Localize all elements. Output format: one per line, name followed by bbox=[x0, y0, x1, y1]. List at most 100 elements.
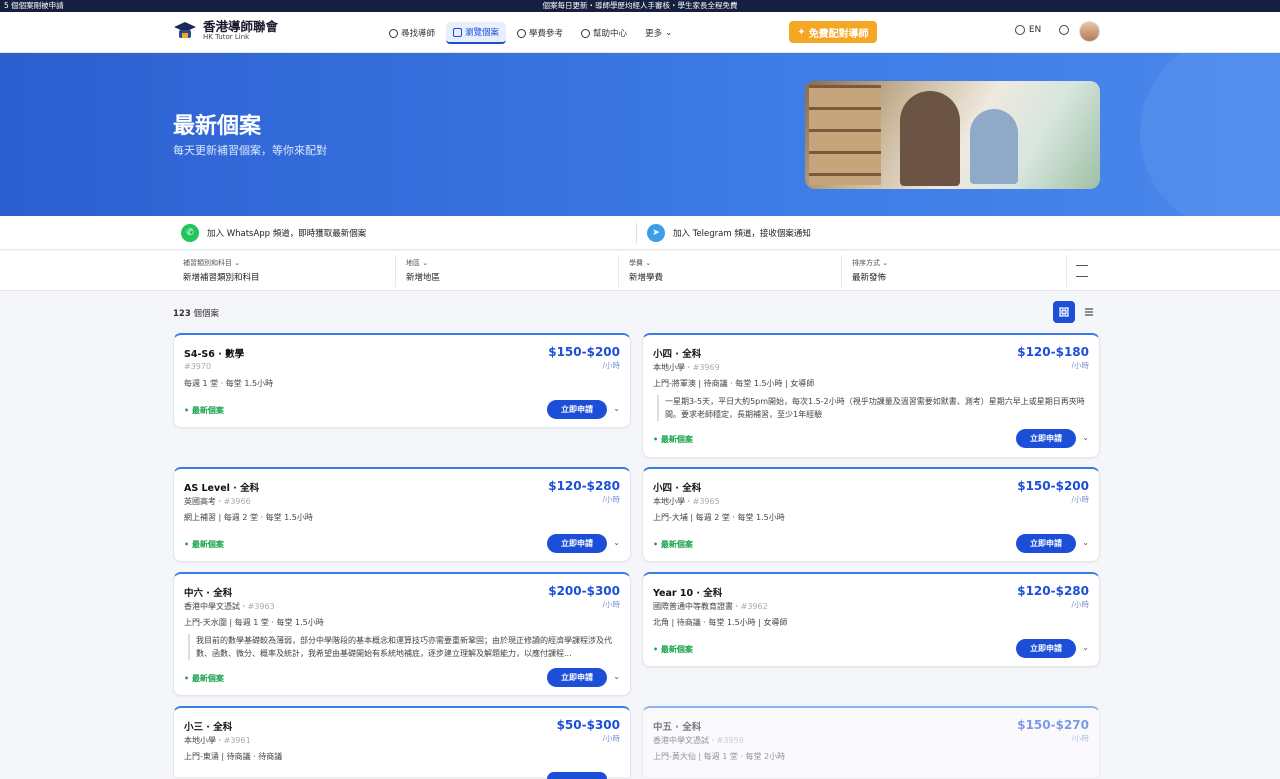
brand-logo[interactable]: 香港導師聯會 HK Tutor Link bbox=[173, 20, 278, 42]
whatsapp-channel-link[interactable]: ✆ 加入 WhatsApp 頻道，即時獲取最新個案 bbox=[181, 224, 366, 242]
new-badge: • 最新個案 bbox=[184, 540, 224, 549]
price-unit: /小時 bbox=[1071, 495, 1089, 504]
user-search-icon bbox=[389, 28, 398, 38]
case-meta: 每週 1 堂 · 每堂 1.5小時 bbox=[184, 379, 274, 388]
dollar-icon bbox=[517, 28, 527, 38]
list-icon bbox=[1085, 308, 1093, 316]
chevron-down-icon[interactable]: ⌄ bbox=[1082, 538, 1089, 547]
filter-label: 地區 bbox=[406, 259, 420, 267]
tutor-figure bbox=[900, 91, 960, 186]
brand-subtitle: HK Tutor Link bbox=[203, 33, 250, 41]
apply-button[interactable]: 立即申請 bbox=[547, 668, 607, 687]
decorative-circle bbox=[1140, 53, 1280, 216]
case-subtitle: 本地小學 · #3969 bbox=[653, 362, 720, 373]
apply-button[interactable]: 立即申請 bbox=[547, 400, 607, 419]
language-switch[interactable]: EN bbox=[1014, 24, 1041, 35]
case-category: 本地小學 · bbox=[653, 497, 693, 506]
apply-button[interactable]: 立即申請 bbox=[547, 534, 607, 553]
list-view-button[interactable] bbox=[1078, 301, 1100, 323]
case-meta: 上門-大埔 | 每週 2 堂 · 每堂 1.5小時 bbox=[653, 513, 785, 522]
case-card[interactable]: 小四 · 全科 本地小學 · #3965 上門-大埔 | 每週 2 堂 · 每堂… bbox=[642, 467, 1100, 562]
header: 香港導師聯會 HK Tutor Link 尋找導師 瀏覽個案 學費參考 幫助中心… bbox=[0, 12, 1280, 53]
case-count: 123 個個案 bbox=[173, 307, 219, 319]
filter-bar: 補習類別和科目 ⌄ 新增補習類別和科目 地區 ⌄ 新增地區 學費 ⌄ 新增學費 排序方… bbox=[0, 251, 1280, 291]
case-title: 小四 · 全科 bbox=[653, 483, 702, 494]
case-subtitle: 國際普通中等教育證書 · #3962 bbox=[653, 601, 768, 612]
case-category: 本地小學 · bbox=[184, 736, 224, 745]
filter-fee[interactable]: 學費 ⌄ 新增學費 bbox=[629, 258, 663, 283]
filter-value: 新增地區 bbox=[406, 273, 441, 283]
case-title: 中五 · 全科 bbox=[653, 722, 702, 733]
case-card[interactable]: AS Level · 全科 英國高考 · #3966 網上補習 | 每週 2 堂… bbox=[173, 467, 631, 562]
brand-name: 香港導師聯會 bbox=[203, 19, 279, 34]
chat-icon[interactable] bbox=[1059, 24, 1070, 35]
filter-label: 排序方式 bbox=[852, 259, 880, 267]
count-number: 123 bbox=[173, 309, 191, 319]
case-meta: 網上補習 | 每週 2 堂 · 每堂 1.5小時 bbox=[184, 513, 313, 522]
page-title: 最新個案 bbox=[173, 114, 262, 139]
case-card[interactable]: 中六 · 全科 香港中學文憑試 · #3963 上門-天水圍 | 每週 1 堂 … bbox=[173, 572, 631, 696]
filter-label: 學費 bbox=[629, 259, 643, 267]
case-subtitle: 本地小學 · #3961 bbox=[184, 735, 251, 746]
case-subtitle: 香港中學文憑試 · #3959 bbox=[653, 735, 744, 746]
apply-button[interactable]: 立即申請 bbox=[1016, 639, 1076, 658]
telegram-icon: ➤ bbox=[647, 224, 665, 242]
case-price: $120-$280 bbox=[548, 479, 620, 493]
case-title: Year 10 · 全科 bbox=[653, 588, 723, 599]
case-title: S4-S6 · 數學 bbox=[184, 349, 245, 360]
new-label: 最新個案 bbox=[660, 645, 693, 654]
telegram-channel-link[interactable]: ➤ 加入 Telegram 頻道，接收個案通知 bbox=[647, 224, 811, 242]
case-meta: 上門-黃大仙 | 每週 1 堂 · 每堂 2小時 bbox=[653, 752, 786, 761]
nav-browse-cases[interactable]: 瀏覽個案 bbox=[446, 22, 507, 44]
announcement-text: 個案每日更新・導師學歷均經人手審核・學生家長全程免費 bbox=[542, 1, 738, 10]
case-card[interactable]: 中五 · 全科 香港中學文憑試 · #3959 上門-黃大仙 | 每週 1 堂 … bbox=[642, 706, 1100, 777]
sliders-icon[interactable] bbox=[1076, 265, 1088, 277]
divider bbox=[395, 255, 396, 287]
price-unit: /小時 bbox=[602, 361, 620, 370]
chevron-down-icon[interactable]: ⌄ bbox=[613, 404, 620, 413]
nav-help[interactable]: 幫助中心 bbox=[574, 22, 634, 44]
apply-button[interactable] bbox=[547, 772, 607, 779]
case-category: 本地小學 · bbox=[653, 363, 693, 372]
chevron-down-icon[interactable]: ⌄ bbox=[1082, 643, 1089, 652]
chevron-down-icon[interactable]: ⌄ bbox=[613, 672, 620, 681]
grid-icon bbox=[1059, 307, 1069, 317]
case-meta: 北角 | 待商議 · 每堂 1.5小時 | 女導師 bbox=[653, 618, 788, 627]
apply-button[interactable]: 立即申請 bbox=[1016, 534, 1076, 553]
nav-find-tutor[interactable]: 尋找導師 bbox=[382, 22, 442, 44]
case-card[interactable]: Year 10 · 全科 國際普通中等教育證書 · #3962 北角 | 待商議… bbox=[642, 572, 1100, 667]
case-category: 國際普通中等教育證書 · bbox=[653, 602, 741, 611]
new-badge: • 最新個案 bbox=[653, 645, 693, 654]
case-meta: 上門-天水圍 | 每週 1 堂 · 每堂 1.5小時 bbox=[184, 618, 324, 627]
chevron-down-icon: ⌄ bbox=[234, 259, 241, 267]
case-card[interactable]: S4-S6 · 數學 #3970 每週 1 堂 · 每堂 1.5小時 $150-… bbox=[173, 333, 631, 428]
case-card[interactable]: 小三 · 全科 本地小學 · #3961 上門-東涌 | 待商議 · 待商議 $… bbox=[173, 706, 631, 779]
filter-value: 新增補習類別和科目 bbox=[183, 273, 260, 283]
main-nav: 尋找導師 瀏覽個案 學費參考 幫助中心 更多 ⌄ bbox=[382, 22, 679, 44]
avatar[interactable] bbox=[1079, 21, 1100, 42]
filter-subject[interactable]: 補習類別和科目 ⌄ 新增補習類別和科目 bbox=[183, 258, 260, 283]
announcement-bar: 5 個個案剛被申請 個案每日更新・導師學歷均經人手審核・學生家長全程免費 bbox=[0, 0, 1280, 12]
price-unit: /小時 bbox=[1071, 600, 1089, 609]
price-unit: /小時 bbox=[602, 734, 620, 743]
channel-bar: ✆ 加入 WhatsApp 頻道，即時獲取最新個案 ➤ 加入 Telegram 頻道… bbox=[0, 216, 1280, 250]
nav-more[interactable]: 更多 ⌄ bbox=[638, 22, 679, 44]
filter-district[interactable]: 地區 ⌄ 新增地區 bbox=[406, 258, 440, 283]
case-price: $150-$200 bbox=[548, 345, 620, 359]
chevron-down-icon: ⌄ bbox=[882, 259, 889, 267]
free-match-button[interactable]: ✦ 免費配對導師 bbox=[789, 21, 877, 43]
filter-sort[interactable]: 排序方式 ⌄ 最新發佈 bbox=[852, 258, 888, 283]
nav-fees[interactable]: 學費參考 bbox=[510, 22, 570, 44]
chevron-down-icon[interactable]: ⌄ bbox=[613, 538, 620, 547]
chevron-down-icon[interactable]: ⌄ bbox=[1082, 433, 1089, 442]
grid-view-button[interactable] bbox=[1053, 301, 1075, 323]
nav-label: 更多 bbox=[645, 29, 663, 39]
hero-photo bbox=[805, 81, 1100, 189]
case-card[interactable]: 小四 · 全科 本地小學 · #3969 上門-將軍澳 | 待商議 · 每堂 1… bbox=[642, 333, 1100, 458]
price-unit: /小時 bbox=[1071, 734, 1089, 743]
case-title: 小三 · 全科 bbox=[184, 722, 233, 733]
case-meta: 上門-東涌 | 待商議 · 待商議 bbox=[184, 752, 283, 761]
price-unit: /小時 bbox=[602, 600, 620, 609]
apply-button[interactable]: 立即申請 bbox=[1016, 429, 1076, 448]
hero-banner: 最新個案 每天更新補習個案，等你來配對 bbox=[0, 53, 1280, 216]
